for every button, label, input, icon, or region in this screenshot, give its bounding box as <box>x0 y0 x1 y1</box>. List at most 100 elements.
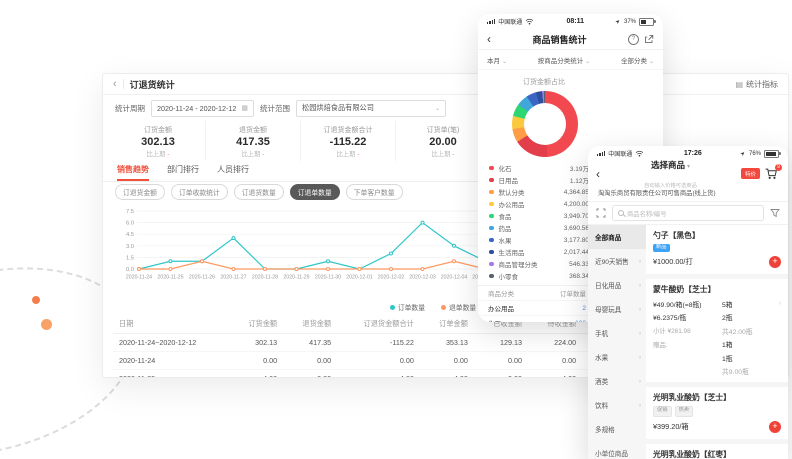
svg-text:2020-12-04: 2020-12-04 <box>441 275 468 281</box>
table-cell: 0.00 <box>420 352 474 370</box>
cart-button[interactable]: 9 <box>764 167 780 181</box>
metric-pill[interactable]: 订单收款统计 <box>171 184 228 200</box>
legend-label: 药品 <box>499 223 512 233</box>
product-item[interactable]: 光明乳业酸奶【红枣】促销热卖赠品 <box>653 444 781 459</box>
sidebar-item-酒类[interactable]: 酒类› <box>588 369 646 393</box>
battery-icon <box>639 18 654 26</box>
product-item[interactable]: 勺子【黑色】新品¥1000.00/打+ <box>653 225 781 274</box>
svg-text:2020-11-24: 2020-11-24 <box>126 275 152 281</box>
date-range-input[interactable]: 2020-11-24 - 2020-12-12 ▦ <box>151 100 254 117</box>
stat-compare: 比上期- <box>337 149 360 158</box>
filter-row: 本月⌄ 按商品分类统计⌄ 全部分类⌄ <box>478 50 663 70</box>
svg-text:2020-11-27: 2020-11-27 <box>220 275 246 281</box>
stat-compare: 比上期- <box>242 149 265 158</box>
product-tags: 新品 <box>653 244 781 253</box>
product-detail-row: 共9.00瓶 <box>653 366 781 376</box>
legend-dot <box>441 305 446 310</box>
stats-indicator-button[interactable]: ▤ 统计指标 <box>735 79 778 90</box>
sidebar-item-饮料[interactable]: 饮料› <box>588 393 646 417</box>
product-price: ¥399.20/箱 <box>653 422 689 432</box>
legend-item[interactable]: 订单数量 <box>390 302 425 312</box>
table-cell: 4.00 <box>229 370 283 379</box>
stat-card: 订货金额302.13比上期- <box>111 121 206 161</box>
chevron-right-icon: › <box>639 258 641 265</box>
product-name: 光明乳业酸奶【芝士】 <box>653 392 781 403</box>
stats-indicator-label: 统计指标 <box>746 79 778 90</box>
help-icon[interactable]: ? <box>628 34 639 45</box>
filter-group-by[interactable]: 按商品分类统计⌄ <box>538 55 591 65</box>
stat-compare-mark: - <box>452 151 454 158</box>
donut-legend-row: 生活用品2,017.44 <box>489 246 589 258</box>
tab-人员排行[interactable]: 人员排行 <box>217 164 249 181</box>
share-icon[interactable] <box>644 34 654 44</box>
metric-pill[interactable]: 订退货数量 <box>234 184 284 200</box>
sidebar-item-多规格[interactable]: 多规格 <box>588 417 646 441</box>
donut-legend-row: 小零食368.34 <box>489 270 589 282</box>
donut-legend-row: 药品 3,690.56 <box>489 222 589 234</box>
product-price: ¥1000.00/打 <box>653 257 693 267</box>
supplier-notice: 淘淘乐商贸有限责任公司可售商品(线上货) <box>588 186 788 202</box>
sidebar-item-水果[interactable]: 水果› <box>588 345 646 369</box>
chevron-right-icon: › <box>639 282 641 289</box>
filter-month[interactable]: 本月⌄ <box>487 55 507 65</box>
legend-value: 3.19万 <box>570 163 589 173</box>
back-icon[interactable]: ‹ <box>113 79 117 90</box>
chevron-right-icon[interactable]: › <box>774 300 781 307</box>
back-icon[interactable]: ‹ <box>487 33 491 45</box>
sidebar-item-label: 酒类 <box>595 376 608 386</box>
metric-pill[interactable]: 下单客户数量 <box>346 184 403 200</box>
scope-select[interactable]: 松园烘焙食品有限公司 ⌄ <box>296 100 446 117</box>
sidebar-item-母婴玩具[interactable]: 母婴玩具› <box>588 297 646 321</box>
donut-chart-title: 订货金额占比 <box>478 77 610 87</box>
metric-pill[interactable]: 订退单数量 <box>290 184 340 200</box>
sidebar-item-全部商品[interactable]: 全部商品 <box>588 225 646 249</box>
product-item[interactable]: 蒙牛酸奶【芝士】¥49.90/箱(=8瓶)5箱›¥6.2375/瓶2瓶小计 ¥2… <box>653 279 781 382</box>
add-to-cart-button[interactable]: + <box>769 421 781 433</box>
stat-compare: 比上期- <box>432 149 455 158</box>
cell-category: 化石 <box>488 318 546 322</box>
legend-value: 546.33 <box>569 261 589 268</box>
sidebar-item-近90天销售[interactable]: 近90天销售› <box>588 249 646 273</box>
table-cell: 2020-11-25 <box>113 370 229 379</box>
legend-value: 3,690.56 <box>564 225 589 232</box>
legend-dot <box>489 250 494 255</box>
table-cell: 0.00 <box>337 352 420 370</box>
column-header: 退货金额 <box>283 315 337 334</box>
cell-order-qty[interactable]: 2 <box>546 305 586 312</box>
stat-compare: 比上期- <box>147 149 170 158</box>
legend-value: 1.12万 <box>570 175 589 185</box>
product-list: 勺子【黑色】新品¥1000.00/打+蒙牛酸奶【芝士】¥49.90/箱(=8瓶)… <box>646 225 788 459</box>
filter-category[interactable]: 全部分类⌄ <box>621 55 654 65</box>
filter-funnel-icon[interactable] <box>770 208 780 218</box>
legend-value: 4,200.00 <box>564 201 589 208</box>
column-header: 订单金额 <box>420 315 474 334</box>
metric-pill[interactable]: 订退货金额 <box>115 184 165 200</box>
table-cell: 224.00 <box>528 334 582 352</box>
add-to-cart-button[interactable]: + <box>769 256 781 268</box>
screen-title-block[interactable]: 选择商品▾ 自动输入价格可选商品 <box>604 155 737 192</box>
legend-dot <box>489 166 494 171</box>
clock-label: 08:11 <box>537 18 613 25</box>
cell-order-qty[interactable]: 100 <box>546 320 586 323</box>
search-input[interactable]: 商品名称/编号 <box>612 205 764 221</box>
scan-icon[interactable] <box>596 208 606 218</box>
date-range-value: 2020-11-24 - 2020-12-12 <box>157 104 236 113</box>
promo-badge[interactable]: 特价 <box>741 168 760 179</box>
search-icon <box>618 210 624 216</box>
calendar-icon: ▦ <box>241 104 248 112</box>
sidebar-item-小单位商品[interactable]: 小单位商品 <box>588 441 646 459</box>
legend-value: 3,949.70 <box>564 213 589 220</box>
chevron-right-icon: › <box>639 354 641 361</box>
back-icon[interactable]: ‹ <box>596 168 600 180</box>
stat-label: 退货金额 <box>239 125 267 135</box>
stat-label: 订退货金额合计 <box>324 125 373 135</box>
sidebar-item-手机[interactable]: 手机› <box>588 321 646 345</box>
donut-legend: 化石3.19万日用品1.12万默认分类4,364.85办公用品4,200.00食… <box>478 162 589 282</box>
product-item[interactable]: 光明乳业酸奶【芝士】促销热卖¥399.20/箱+ <box>653 387 781 438</box>
sidebar-item-日化用品[interactable]: 日化用品› <box>588 273 646 297</box>
tab-销售趋势[interactable]: 销售趋势 <box>117 164 149 181</box>
table-cell: 2020-11-24~2020-12-12 <box>113 334 229 352</box>
category-sidebar: 全部商品近90天销售›日化用品›母婴玩具›手机›水果›酒类›饮料›多规格小单位商… <box>588 225 646 459</box>
legend-item[interactable]: 退单数量 <box>441 302 476 312</box>
tab-部门排行[interactable]: 部门排行 <box>167 164 199 181</box>
